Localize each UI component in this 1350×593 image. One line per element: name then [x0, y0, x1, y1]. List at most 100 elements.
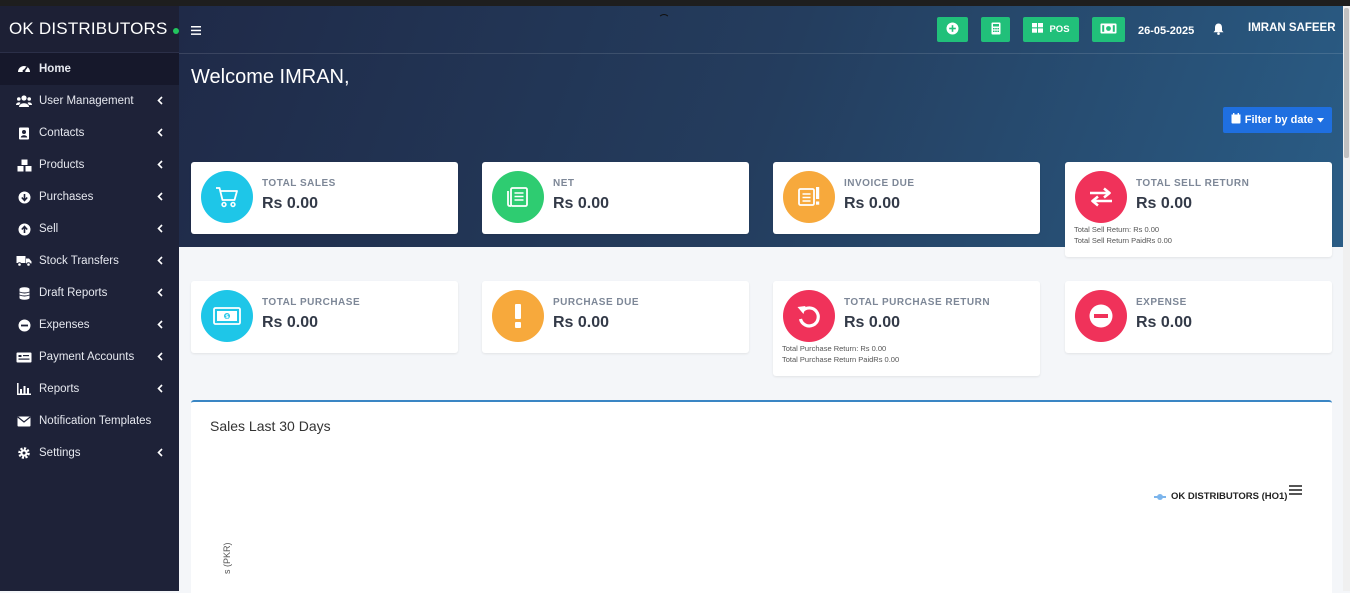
sidebar-item-stock-transfers[interactable]: Stock Transfers [0, 245, 179, 277]
money-check-icon [16, 349, 32, 365]
sidebar-item-payment-accounts[interactable]: Payment Accounts [0, 341, 179, 373]
brand-name: OK DISTRIBUTORS [9, 19, 168, 38]
sidebar-item-label: User Management [39, 95, 134, 107]
top-navbar: POS 26-05-2025 IMRAN SAFEER [179, 6, 1350, 54]
sidebar-item-user-management[interactable]: User Management [0, 85, 179, 117]
sidebar-item-home[interactable]: Home [0, 53, 179, 85]
stat-label: TOTAL PURCHASE [262, 297, 361, 308]
stat-card-invoice-due: INVOICE DUE Rs 0.00 [773, 162, 1040, 234]
welcome-heading: Welcome IMRAN, [191, 66, 350, 88]
cash-register-button[interactable] [1092, 17, 1125, 42]
page-scrollbar-thumb[interactable] [1344, 8, 1349, 158]
brand[interactable]: OK DISTRIBUTORS [0, 6, 179, 53]
chevron-left-icon [157, 160, 163, 172]
invoice-alert-icon [783, 171, 835, 223]
chevron-left-icon [157, 224, 163, 236]
sidebar-item-reports[interactable]: Reports [0, 373, 179, 405]
sidebar-item-label: Products [39, 159, 85, 171]
chevron-left-icon [157, 448, 163, 460]
stat-label: NET [553, 178, 575, 189]
chart-title: Sales Last 30 Days [210, 418, 331, 434]
cog-icon [16, 445, 32, 461]
stat-sub-line: Total Sell Return PaidRs 0.00 [1074, 236, 1172, 245]
chart-y-axis-label: s (PKR) [222, 542, 232, 575]
sidebar-item-contacts[interactable]: Contacts [0, 117, 179, 149]
online-status-dot [172, 28, 179, 34]
stat-value: Rs 0.00 [844, 195, 901, 212]
sidebar-item-notification-templates[interactable]: Notification Templates [0, 405, 179, 437]
stat-card-expense: EXPENSE Rs 0.00 [1065, 281, 1332, 353]
database-icon [16, 285, 32, 301]
sidebar-item-label: Purchases [39, 191, 94, 203]
chevron-left-icon [157, 288, 163, 300]
minus-circle-icon [1075, 290, 1127, 342]
th-large-icon [1032, 23, 1044, 36]
pos-label: POS [1049, 24, 1070, 35]
legend-label: OK DISTRIBUTORS (HO1) [1171, 491, 1288, 502]
exchange-icon [1075, 171, 1127, 223]
sidebar-item-label: Reports [39, 383, 80, 395]
chevron-left-icon [157, 192, 163, 204]
loading-spinner-icon [658, 14, 670, 26]
address-book-icon [16, 125, 32, 141]
stat-card-net: NET Rs 0.00 [482, 162, 749, 234]
stat-label: EXPENSE [1136, 297, 1187, 308]
filter-by-date-button[interactable]: Filter by date [1223, 107, 1332, 133]
svg-text:$: $ [225, 314, 229, 320]
quick-add-button[interactable] [937, 17, 968, 42]
stat-label: PURCHASE DUE [553, 297, 640, 308]
sidebar-item-draft-reports[interactable]: Draft Reports [0, 277, 179, 309]
stat-label: TOTAL SELL RETURN [1136, 178, 1250, 189]
pos-button[interactable]: POS [1023, 17, 1079, 42]
stat-value: Rs 0.00 [844, 314, 901, 331]
arrow-circle-up-icon [16, 221, 32, 237]
undo-icon [783, 290, 835, 342]
stat-card-total-purchase: $ TOTAL PURCHASE Rs 0.00 [191, 281, 458, 353]
stat-value: Rs 0.00 [262, 195, 319, 212]
chevron-left-icon [157, 128, 163, 140]
stat-card-purchase-due: PURCHASE DUE Rs 0.00 [482, 281, 749, 353]
stat-value: Rs 0.00 [262, 314, 319, 331]
calculator-icon [991, 22, 1001, 38]
stat-value: Rs 0.00 [1136, 314, 1193, 331]
sidebar-item-purchases[interactable]: Purchases [0, 181, 179, 213]
notification-bell-icon[interactable] [1213, 22, 1224, 40]
plus-circle-icon [946, 22, 959, 38]
chart-menu-icon[interactable] [1289, 482, 1302, 500]
sidebar-item-label: Home [39, 63, 71, 75]
arrow-circle-down-icon [16, 189, 32, 205]
stat-sub-line: Total Purchase Return: Rs 0.00 [782, 344, 887, 353]
stat-label: TOTAL PURCHASE RETURN [844, 297, 991, 308]
calculator-button[interactable] [981, 17, 1010, 42]
list-icon [492, 171, 544, 223]
chevron-left-icon [157, 96, 163, 108]
sidebar-item-label: Sell [39, 223, 59, 235]
calendar-icon [1231, 113, 1241, 127]
chevron-left-icon [157, 256, 163, 268]
bar-chart-icon [16, 381, 32, 397]
sidebar-item-label: Payment Accounts [39, 351, 135, 363]
sidebar-item-label: Draft Reports [39, 287, 108, 299]
legend-marker-icon [1154, 493, 1166, 500]
sidebar: OK DISTRIBUTORS Home User Management Con… [0, 6, 179, 591]
sidebar-item-expenses[interactable]: Expenses [0, 309, 179, 341]
sidebar-item-sell[interactable]: Sell [0, 213, 179, 245]
user-menu[interactable]: IMRAN SAFEER [1248, 22, 1336, 34]
chart-legend-item[interactable]: OK DISTRIBUTORS (HO1) [1154, 491, 1287, 502]
cart-icon [201, 171, 253, 223]
menu-toggle-icon[interactable] [191, 22, 201, 40]
exclamation-icon [492, 290, 544, 342]
sidebar-item-label: Notification Templates [39, 415, 152, 427]
users-icon [16, 93, 32, 109]
sidebar-item-label: Contacts [39, 127, 85, 139]
stat-sub-line: Total Sell Return: Rs 0.00 [1074, 225, 1160, 234]
dashboard-icon [16, 61, 32, 77]
filter-label: Filter by date [1244, 114, 1314, 126]
cubes-icon [16, 157, 32, 173]
stat-value: Rs 0.00 [553, 314, 610, 331]
sidebar-item-settings[interactable]: Settings [0, 437, 179, 469]
money-bill-icon [1100, 23, 1117, 37]
sidebar-item-label: Expenses [39, 319, 90, 331]
sidebar-item-products[interactable]: Products [0, 149, 179, 181]
sidebar-menu: Home User Management Contacts Products P… [0, 53, 179, 469]
